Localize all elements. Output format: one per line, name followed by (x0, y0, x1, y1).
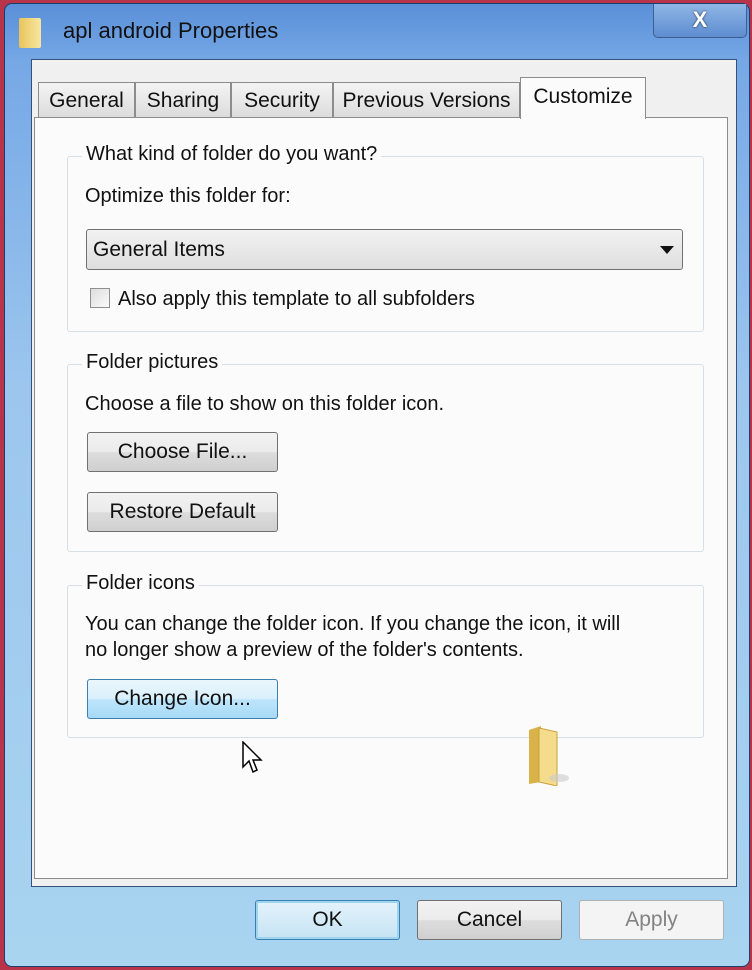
tab-customize[interactable]: Customize (520, 77, 646, 119)
folder-icon (19, 18, 41, 48)
window-title: apl android Properties (63, 18, 279, 43)
apply-subfolders-label: Also apply this template to all subfolde… (118, 288, 475, 310)
dialog-client: General Sharing Security Previous Versio… (31, 59, 737, 887)
apply-button[interactable]: Apply (579, 900, 724, 940)
restore-default-button[interactable]: Restore Default (87, 492, 278, 532)
change-icon-button[interactable]: Change Icon... (87, 679, 278, 719)
folder-icons-legend: Folder icons (82, 572, 199, 595)
tab-sharing[interactable]: Sharing (135, 82, 231, 117)
folder-pictures-description: Choose a file to show on this folder ico… (85, 393, 445, 415)
folder-pictures-group: Folder pictures Choose a file to show on… (67, 351, 704, 552)
chevron-down-icon (660, 246, 674, 254)
folder-pictures-legend: Folder pictures (82, 351, 223, 374)
folder-icons-description-2: no longer show a preview of the folder's… (85, 639, 524, 661)
choose-file-button[interactable]: Choose File... (87, 432, 278, 472)
optimize-dropdown[interactable]: General Items (86, 229, 683, 270)
apply-subfolders-checkbox[interactable] (90, 288, 110, 308)
customize-panel: What kind of folder do you want? Optimiz… (34, 117, 728, 879)
tab-general[interactable]: General (38, 82, 135, 117)
folder-icons-group: Folder icons You can change the folder i… (67, 572, 704, 738)
mouse-cursor-icon (242, 741, 263, 774)
close-button[interactable]: X (653, 4, 747, 38)
folder-type-legend: What kind of folder do you want? (82, 143, 382, 166)
folder-preview-icon (529, 726, 569, 786)
ok-button[interactable]: OK (255, 900, 400, 940)
tab-previous-versions[interactable]: Previous Versions (333, 82, 520, 117)
folder-icons-description-1: You can change the folder icon. If you c… (85, 613, 621, 635)
tab-security[interactable]: Security (231, 82, 333, 117)
properties-window: apl android Properties X General Sharing… (4, 3, 750, 967)
optimize-label: Optimize this folder for: (85, 185, 291, 207)
optimize-selected: General Items (93, 238, 225, 261)
cancel-button[interactable]: Cancel (417, 900, 562, 940)
folder-type-group: What kind of folder do you want? Optimiz… (67, 143, 704, 332)
